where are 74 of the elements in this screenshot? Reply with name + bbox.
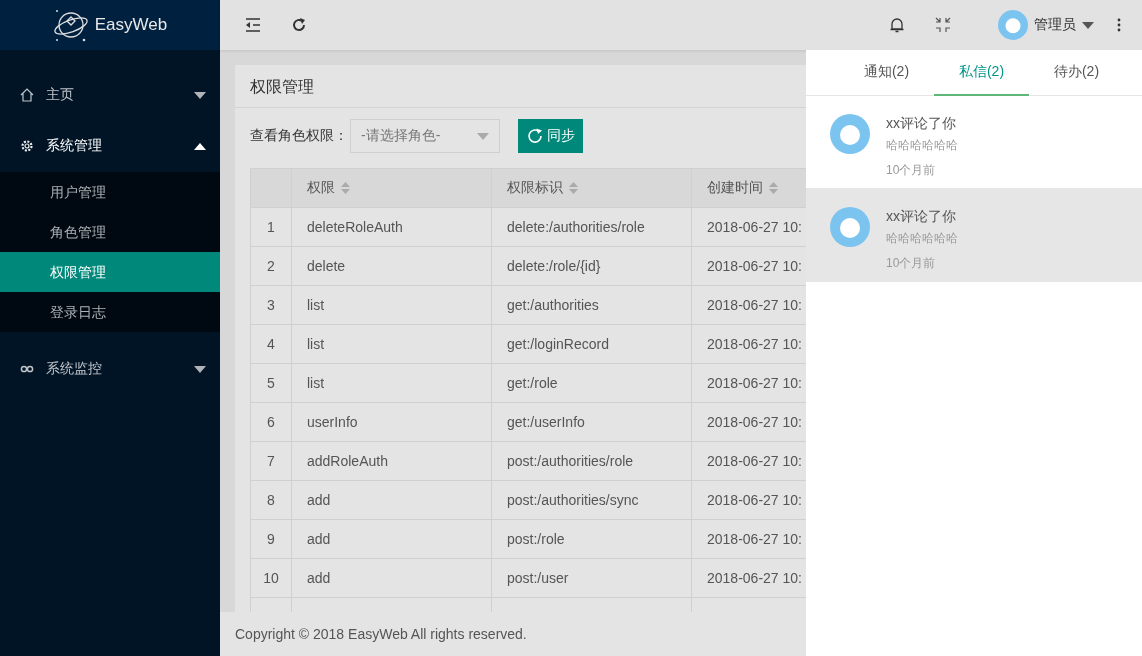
- table-cell: get:/role: [491, 363, 692, 403]
- column-header[interactable]: 权限: [291, 168, 492, 208]
- message-time: 10个月前: [886, 162, 937, 179]
- message-body: 哈哈哈哈哈哈: [886, 137, 958, 154]
- column-header[interactable]: 创建时间: [691, 168, 806, 208]
- table-cell: addRoleAuth: [291, 441, 492, 481]
- collapse-menu-icon: [245, 18, 261, 32]
- avatar: [830, 114, 870, 154]
- table-cell: delete: [291, 246, 492, 286]
- table-cell: add: [291, 519, 492, 559]
- refresh-icon: [291, 17, 307, 33]
- table-cell: get:/authorities: [491, 285, 692, 325]
- row-number: 6: [250, 402, 292, 442]
- sidebar-subitem[interactable]: 用户管理: [0, 172, 220, 212]
- table-cell: add: [291, 558, 492, 598]
- message-title: xx评论了你: [886, 208, 957, 226]
- row-number: 9: [250, 519, 292, 559]
- caret-icon: [1082, 21, 1094, 29]
- sidebar-item[interactable]: 主页: [0, 75, 220, 115]
- message-body: 哈哈哈哈哈哈: [886, 230, 958, 247]
- role-select[interactable]: -请选择角色-: [350, 119, 500, 153]
- user-name: 管理员: [1034, 16, 1076, 34]
- row-number: 8: [250, 480, 292, 520]
- settings-icon: [20, 139, 34, 153]
- caret-icon: [477, 132, 489, 140]
- panel-tab[interactable]: 待办(2): [1029, 50, 1124, 96]
- table-cell: list: [291, 324, 492, 364]
- sort-icon: [341, 182, 350, 195]
- table-cell: userInfo: [291, 402, 492, 442]
- row-number: 10: [250, 558, 292, 598]
- table-cell: post:/role: [491, 519, 692, 559]
- table-cell: delete:/role/{id}: [491, 246, 692, 286]
- row-number: 2: [250, 246, 292, 286]
- bell-icon: [889, 17, 905, 33]
- message-title: xx评论了你: [886, 115, 957, 133]
- sidebar-item[interactable]: 系统管理: [0, 126, 220, 166]
- more-icon: [1117, 18, 1121, 32]
- sort-icon: [569, 182, 578, 195]
- row-number: 7: [250, 441, 292, 481]
- row-number: 1: [250, 207, 292, 247]
- table-cell: delete:/authorities/role: [491, 207, 692, 247]
- column-header[interactable]: 权限标识: [491, 168, 692, 208]
- card-title: 权限管理: [235, 65, 806, 108]
- table-cell: deleteRoleAuth: [291, 207, 492, 247]
- sidebar-subitem[interactable]: 权限管理: [0, 252, 220, 292]
- table-cell: post:/authorities/role: [491, 441, 692, 481]
- message-item[interactable]: xx评论了你 哈哈哈哈哈哈 10个月前: [806, 189, 1142, 282]
- sidebar-item[interactable]: 系统监控: [0, 349, 220, 389]
- row-number: 3: [250, 285, 292, 325]
- row-number: 4: [250, 324, 292, 364]
- user-menu[interactable]: 管理员: [998, 10, 1094, 40]
- table-cell: list: [291, 285, 492, 325]
- table-cell: post:/user: [491, 558, 692, 598]
- sidebar-subitem[interactable]: 登录日志: [0, 292, 220, 332]
- planet-logo-icon: [52, 7, 89, 43]
- table-cell: get:/userInfo: [491, 402, 692, 442]
- sync-button[interactable]: 同步: [518, 119, 583, 153]
- shrink-icon: [935, 17, 951, 33]
- refresh-icon: [526, 127, 544, 145]
- table-cell: post:/authorities/sync: [491, 480, 692, 520]
- filter-label: 查看角色权限：: [250, 127, 348, 145]
- table-cell: add: [291, 480, 492, 520]
- panel-tab[interactable]: 通知(2): [839, 50, 934, 96]
- sidebar-subitem[interactable]: 角色管理: [0, 212, 220, 252]
- row-number: 5: [250, 363, 292, 403]
- panel-tab[interactable]: 私信(2): [934, 50, 1029, 96]
- table-cell: list: [291, 363, 492, 403]
- sort-icon: [769, 182, 778, 195]
- table-cell: get:/loginRecord: [491, 324, 692, 364]
- avatar: [998, 10, 1028, 40]
- home-icon: [20, 88, 34, 102]
- app-logo-text: EasyWeb: [94, 15, 168, 35]
- message-time: 10个月前: [886, 255, 937, 272]
- avatar: [830, 207, 870, 247]
